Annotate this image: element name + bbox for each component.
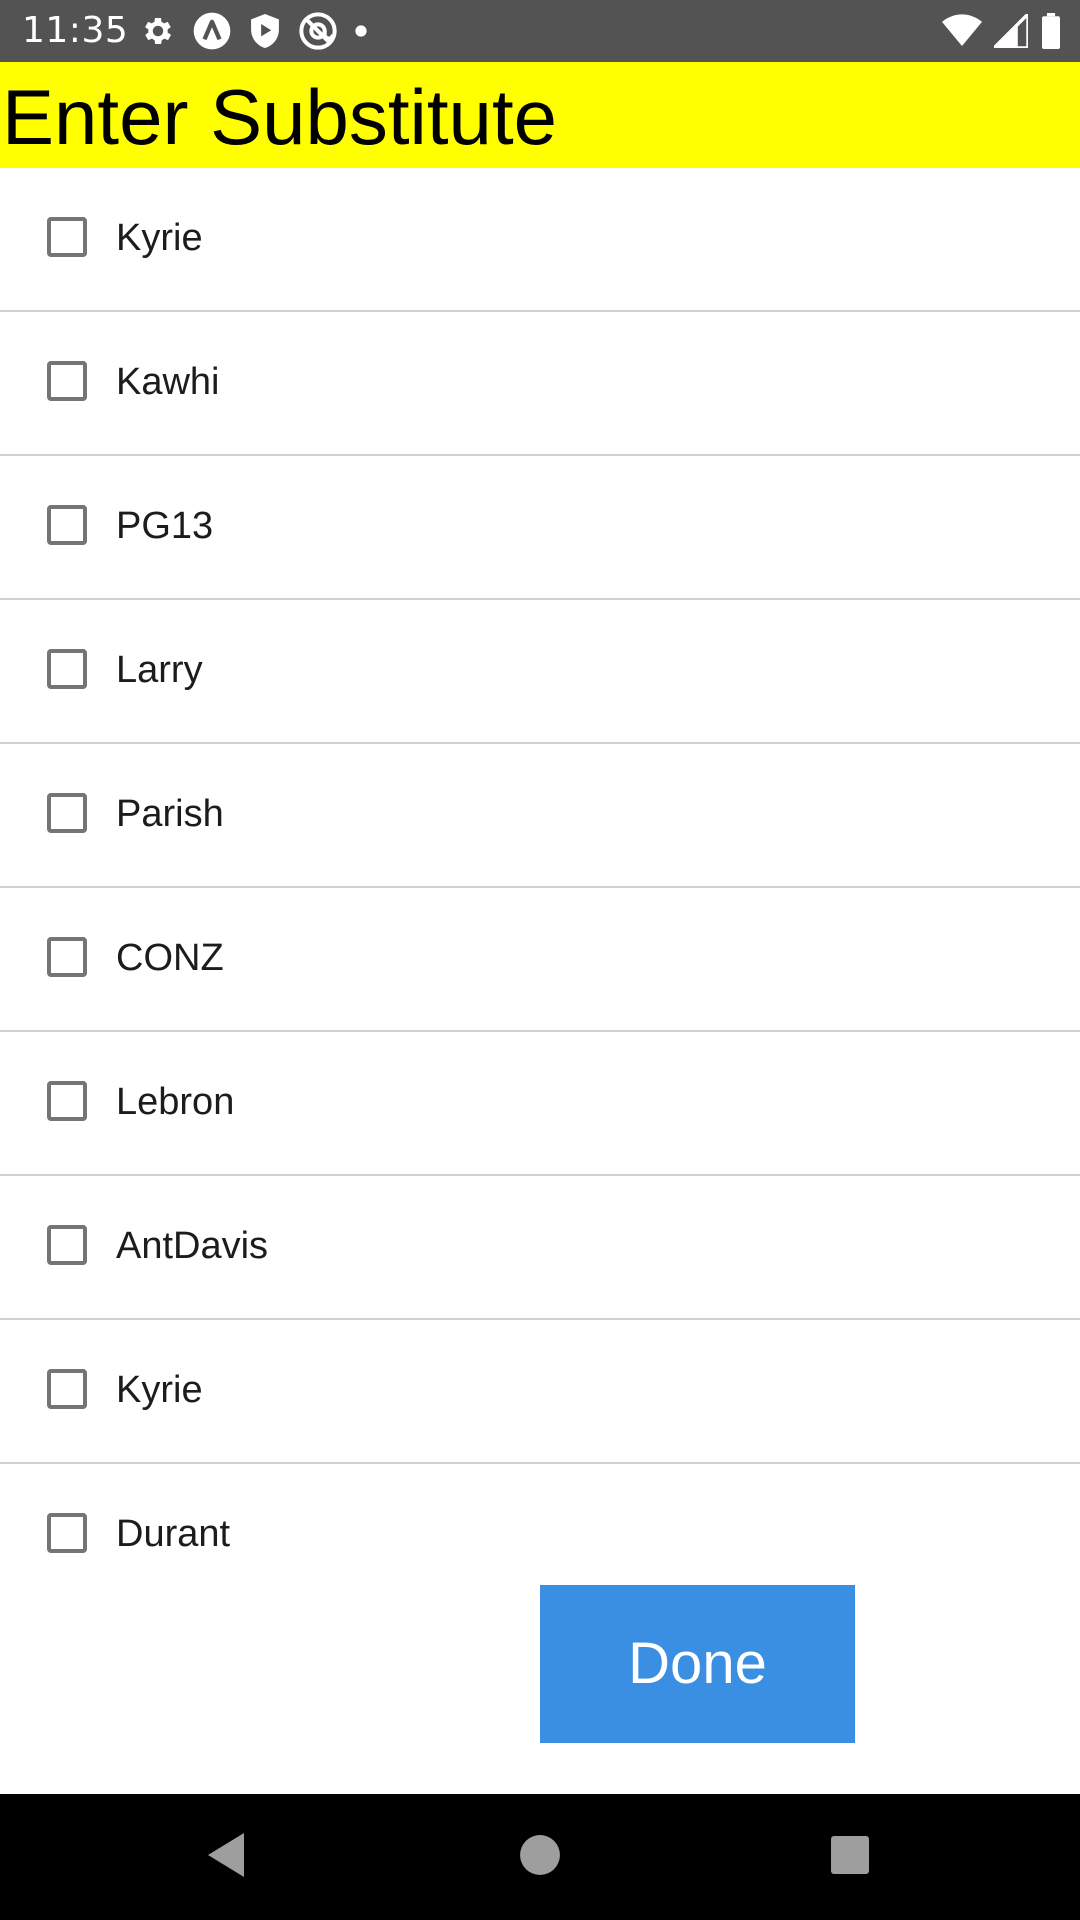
status-time: 11:35 — [22, 10, 129, 51]
a-circle-icon — [192, 11, 232, 51]
list-item[interactable]: PG13 — [0, 456, 1080, 600]
player-checkbox[interactable] — [47, 1225, 87, 1265]
recents-button[interactable] — [790, 1794, 910, 1920]
player-label: Larry — [116, 649, 203, 691]
player-label: Parish — [116, 793, 224, 835]
play-shield-icon — [248, 12, 282, 50]
home-icon — [519, 1834, 561, 1880]
done-button[interactable]: Done — [540, 1585, 855, 1743]
back-button[interactable] — [166, 1794, 286, 1920]
player-checkbox[interactable] — [47, 505, 87, 545]
player-checkbox[interactable] — [47, 361, 87, 401]
player-label: AntDavis — [116, 1225, 269, 1267]
player-label: Lebron — [116, 1081, 235, 1123]
title-bar: Enter Substitute — [0, 62, 1080, 168]
player-label: PG13 — [116, 505, 214, 547]
list-item[interactable]: CONZ — [0, 888, 1080, 1032]
status-bar: 11:35 — [0, 0, 1080, 62]
navigation-bar — [0, 1794, 1080, 1920]
player-checkbox[interactable] — [47, 1369, 87, 1409]
player-list: Kyrie Kawhi PG13 Larry Parish CONZ Lebro… — [0, 168, 1080, 1558]
player-checkbox[interactable] — [47, 649, 87, 689]
player-checkbox[interactable] — [47, 793, 87, 833]
cell-signal-icon — [994, 14, 1028, 48]
player-checkbox[interactable] — [47, 1513, 87, 1553]
player-label: Kyrie — [116, 1369, 203, 1411]
player-checkbox[interactable] — [47, 1081, 87, 1121]
home-button[interactable] — [480, 1794, 600, 1920]
status-system-icons — [942, 12, 1062, 50]
list-item[interactable]: Kyrie — [0, 168, 1080, 312]
player-label: Durant — [116, 1513, 231, 1555]
at-circle-icon — [298, 11, 338, 51]
player-checkbox[interactable] — [47, 937, 87, 977]
back-icon — [204, 1831, 248, 1883]
list-item[interactable]: Larry — [0, 600, 1080, 744]
list-item[interactable]: AntDavis — [0, 1176, 1080, 1320]
screen: 11:35 Enter Substitute Kyrie Kawhi PG13 … — [0, 0, 1080, 1920]
list-item[interactable]: Durant — [0, 1464, 1080, 1558]
list-item[interactable]: Lebron — [0, 1032, 1080, 1176]
recents-icon — [830, 1835, 870, 1879]
status-notification-icons — [140, 12, 368, 50]
dot-icon — [354, 24, 368, 38]
player-label: Kawhi — [116, 361, 220, 403]
wifi-icon — [942, 14, 982, 48]
battery-icon — [1040, 13, 1062, 49]
page-title: Enter Substitute — [2, 73, 557, 161]
gear-icon — [140, 13, 176, 49]
list-item[interactable]: Parish — [0, 744, 1080, 888]
player-label: Kyrie — [116, 217, 203, 259]
player-label: CONZ — [116, 937, 224, 979]
player-checkbox[interactable] — [47, 217, 87, 257]
list-item[interactable]: Kyrie — [0, 1320, 1080, 1464]
list-item[interactable]: Kawhi — [0, 312, 1080, 456]
